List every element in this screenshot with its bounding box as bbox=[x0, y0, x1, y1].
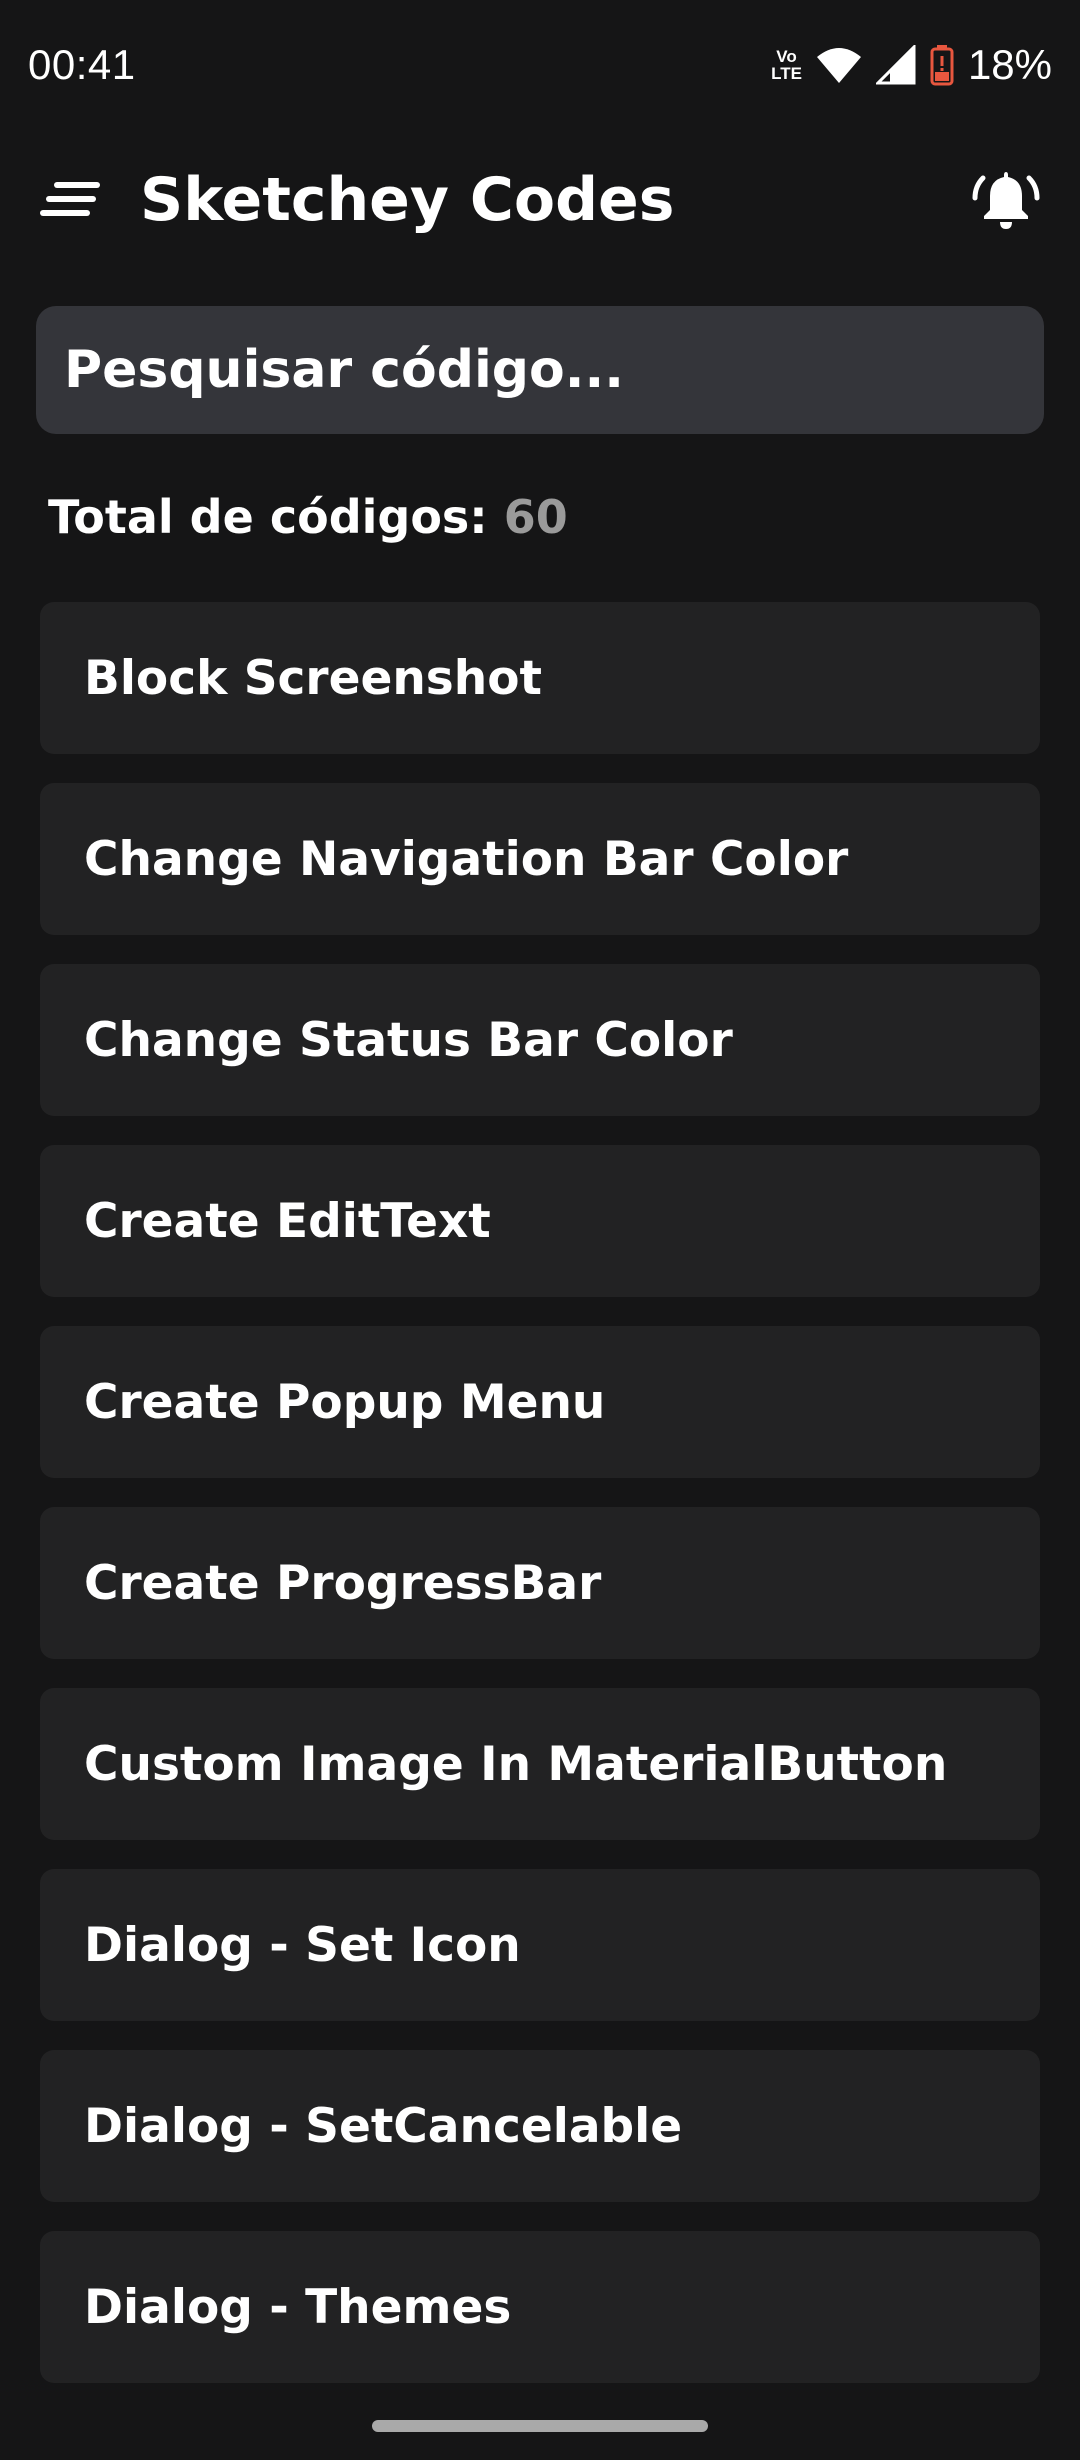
app-bar: Sketchey Codes bbox=[0, 140, 1080, 260]
home-indicator[interactable] bbox=[372, 2420, 708, 2432]
list-item[interactable]: Change Status Bar Color bbox=[40, 964, 1040, 1116]
total-count: 60 bbox=[503, 490, 568, 544]
list-item[interactable]: Dialog - Set Icon bbox=[40, 1869, 1040, 2021]
battery-icon bbox=[930, 45, 954, 86]
list-item[interactable]: Custom Image In MaterialButton bbox=[40, 1688, 1040, 1840]
list-item[interactable]: Block Screenshot bbox=[40, 602, 1040, 754]
list-item[interactable]: Create ProgressBar bbox=[40, 1507, 1040, 1659]
total-label: Total de códigos: bbox=[48, 490, 488, 544]
volte-icon: Vo LTE bbox=[771, 48, 802, 82]
list-item[interactable]: Change Navigation Bar Color bbox=[40, 783, 1040, 935]
list-item[interactable]: Dialog - Themes bbox=[40, 2231, 1040, 2383]
list-item[interactable]: Dialog - SetCancelable bbox=[40, 2050, 1040, 2202]
volte-top-label: Vo bbox=[776, 47, 797, 66]
volte-bottom-label: LTE bbox=[771, 64, 802, 83]
search-input[interactable] bbox=[64, 306, 1016, 434]
battery-percent: 18% bbox=[967, 41, 1052, 88]
list-item[interactable]: Create EditText bbox=[40, 1145, 1040, 1297]
cell-signal-icon bbox=[875, 45, 916, 85]
status-time: 00:41 bbox=[28, 41, 136, 88]
status-bar: 00:41 Vo LTE 18% bbox=[0, 0, 1080, 130]
menu-icon[interactable] bbox=[40, 165, 110, 235]
status-icons: Vo LTE 18% bbox=[771, 41, 1052, 89]
wifi-icon bbox=[816, 48, 861, 83]
search-field[interactable] bbox=[36, 306, 1044, 434]
code-list: Block Screenshot Change Navigation Bar C… bbox=[40, 602, 1040, 2412]
total-codes: Total de códigos: 60 bbox=[48, 490, 568, 544]
bell-ring-icon[interactable] bbox=[970, 164, 1042, 236]
list-item[interactable]: Create Popup Menu bbox=[40, 1326, 1040, 1478]
app-screen: 00:41 Vo LTE 18% Sketchey Codes Pesquisa… bbox=[0, 0, 1080, 2460]
app-title: Sketchey Codes bbox=[140, 165, 675, 235]
